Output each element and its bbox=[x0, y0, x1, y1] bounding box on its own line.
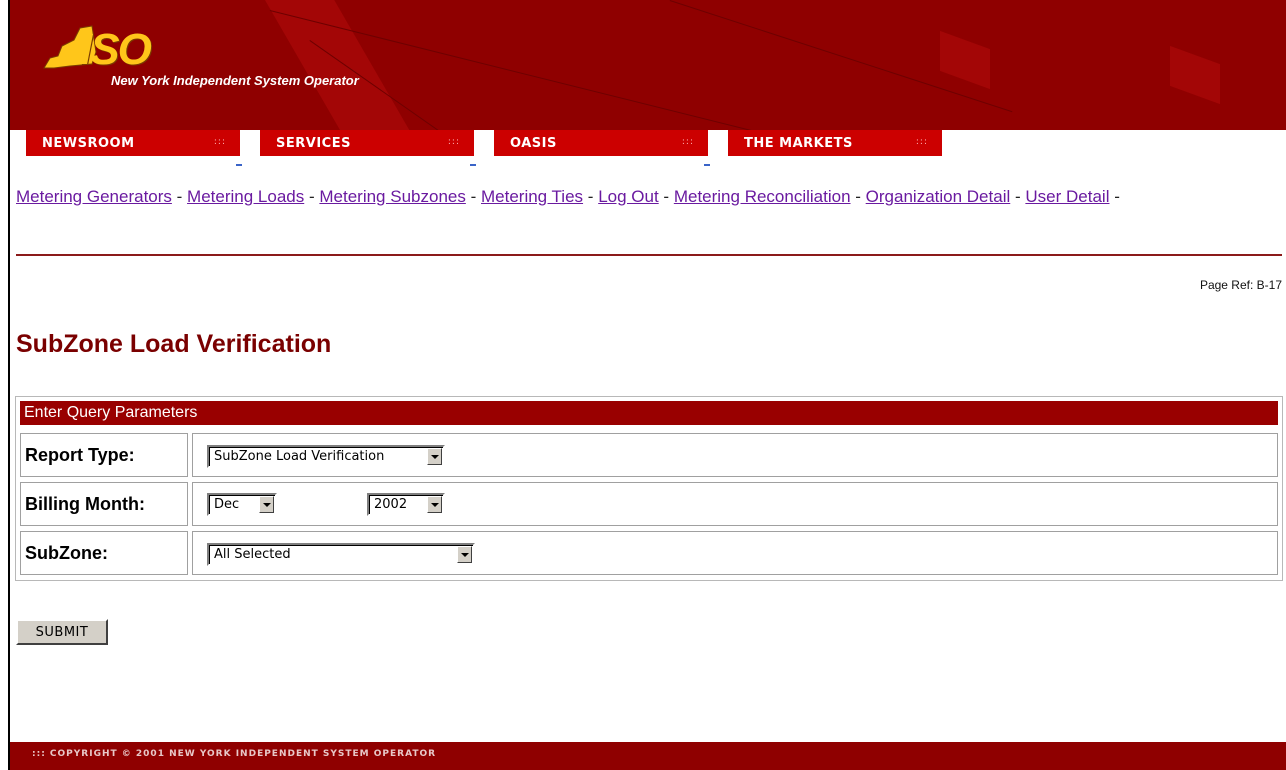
copyright-text: ::: COPYRIGHT © 2001 NEW YORK INDEPENDEN… bbox=[32, 749, 437, 759]
link-separator: - bbox=[1114, 187, 1120, 206]
report-type-cell: SubZone Load Verification bbox=[192, 433, 1278, 477]
tab-services[interactable]: SERVICES ::: bbox=[260, 130, 474, 156]
query-panel-header: Enter Query Parameters bbox=[20, 401, 1278, 425]
link-metering-ties[interactable]: Metering Ties bbox=[481, 187, 583, 206]
tab-divider bbox=[236, 164, 242, 166]
report-type-label: Report Type: bbox=[20, 433, 188, 477]
link-separator: - bbox=[470, 187, 477, 206]
tab-label: THE MARKETS bbox=[744, 135, 853, 151]
chevron-down-icon[interactable] bbox=[457, 546, 472, 563]
header-banner: ISO New York Independent System Operator bbox=[10, 0, 1286, 148]
billing-month-label: Billing Month: bbox=[20, 482, 188, 526]
subzone-cell: All Selected bbox=[192, 531, 1278, 575]
link-metering-subzones[interactable]: Metering Subzones bbox=[319, 187, 465, 206]
billing-month-select[interactable]: Dec bbox=[207, 493, 277, 516]
link-separator: - bbox=[176, 187, 183, 206]
page-title: SubZone Load Verification bbox=[16, 330, 332, 358]
tagline: New York Independent System Operator bbox=[111, 73, 359, 88]
logo-text: ISO bbox=[80, 25, 152, 74]
billing-month-value: Dec bbox=[214, 497, 240, 512]
subzone-value: All Selected bbox=[214, 547, 291, 562]
chevron-down-icon[interactable] bbox=[259, 496, 274, 513]
link-metering-generators[interactable]: Metering Generators bbox=[16, 187, 172, 206]
query-panel: Enter Query Parameters Report Type: SubZ… bbox=[15, 396, 1283, 581]
link-separator: - bbox=[855, 187, 861, 206]
chevron-down-icon[interactable] bbox=[427, 496, 442, 513]
tab-dots-icon: ::: bbox=[915, 137, 928, 147]
tab-label: NEWSROOM bbox=[42, 135, 135, 151]
footer: ::: COPYRIGHT © 2001 NEW YORK INDEPENDEN… bbox=[10, 742, 1286, 770]
tab-label: SERVICES bbox=[276, 135, 351, 151]
divider-line bbox=[16, 254, 1282, 256]
billing-month-cell: Dec 2002 bbox=[192, 482, 1278, 526]
link-separator: - bbox=[308, 187, 315, 206]
link-separator: - bbox=[587, 187, 594, 206]
link-separator: - bbox=[663, 187, 670, 206]
tab-label: OASIS bbox=[510, 135, 557, 151]
subzone-select[interactable]: All Selected bbox=[207, 543, 475, 566]
metering-links: Metering Generators - Metering Loads - M… bbox=[16, 183, 1256, 211]
tab-oasis[interactable]: OASIS ::: bbox=[494, 130, 708, 156]
tab-the-markets[interactable]: THE MARKETS ::: bbox=[728, 130, 942, 156]
submit-button[interactable]: SUBMIT bbox=[16, 619, 108, 645]
link-log-out[interactable]: Log Out bbox=[598, 187, 659, 206]
banner-stripe bbox=[940, 30, 990, 90]
subzone-label: SubZone: bbox=[20, 531, 188, 575]
report-type-value: SubZone Load Verification bbox=[214, 449, 385, 464]
billing-year-value: 2002 bbox=[374, 497, 408, 512]
page-ref: Page Ref: B-17 bbox=[1199, 278, 1282, 292]
tab-divider bbox=[704, 164, 710, 166]
link-metering-reconciliation[interactable]: Metering Reconciliation bbox=[674, 187, 851, 206]
link-metering-loads[interactable]: Metering Loads bbox=[187, 187, 304, 206]
link-organization-detail[interactable]: Organization Detail bbox=[866, 187, 1011, 206]
link-separator: - bbox=[1014, 187, 1021, 206]
banner-stripe bbox=[1170, 45, 1220, 105]
tab-newsroom[interactable]: NEWSROOM ::: bbox=[26, 130, 240, 156]
tab-dots-icon: ::: bbox=[447, 137, 460, 147]
tab-dots-icon: ::: bbox=[213, 137, 226, 147]
report-type-select[interactable]: SubZone Load Verification bbox=[207, 445, 445, 468]
link-user-detail[interactable]: User Detail bbox=[1025, 187, 1109, 206]
chevron-down-icon[interactable] bbox=[427, 448, 442, 465]
billing-year-select[interactable]: 2002 bbox=[367, 493, 445, 516]
tab-dots-icon: ::: bbox=[681, 137, 694, 147]
tab-divider bbox=[470, 164, 476, 166]
